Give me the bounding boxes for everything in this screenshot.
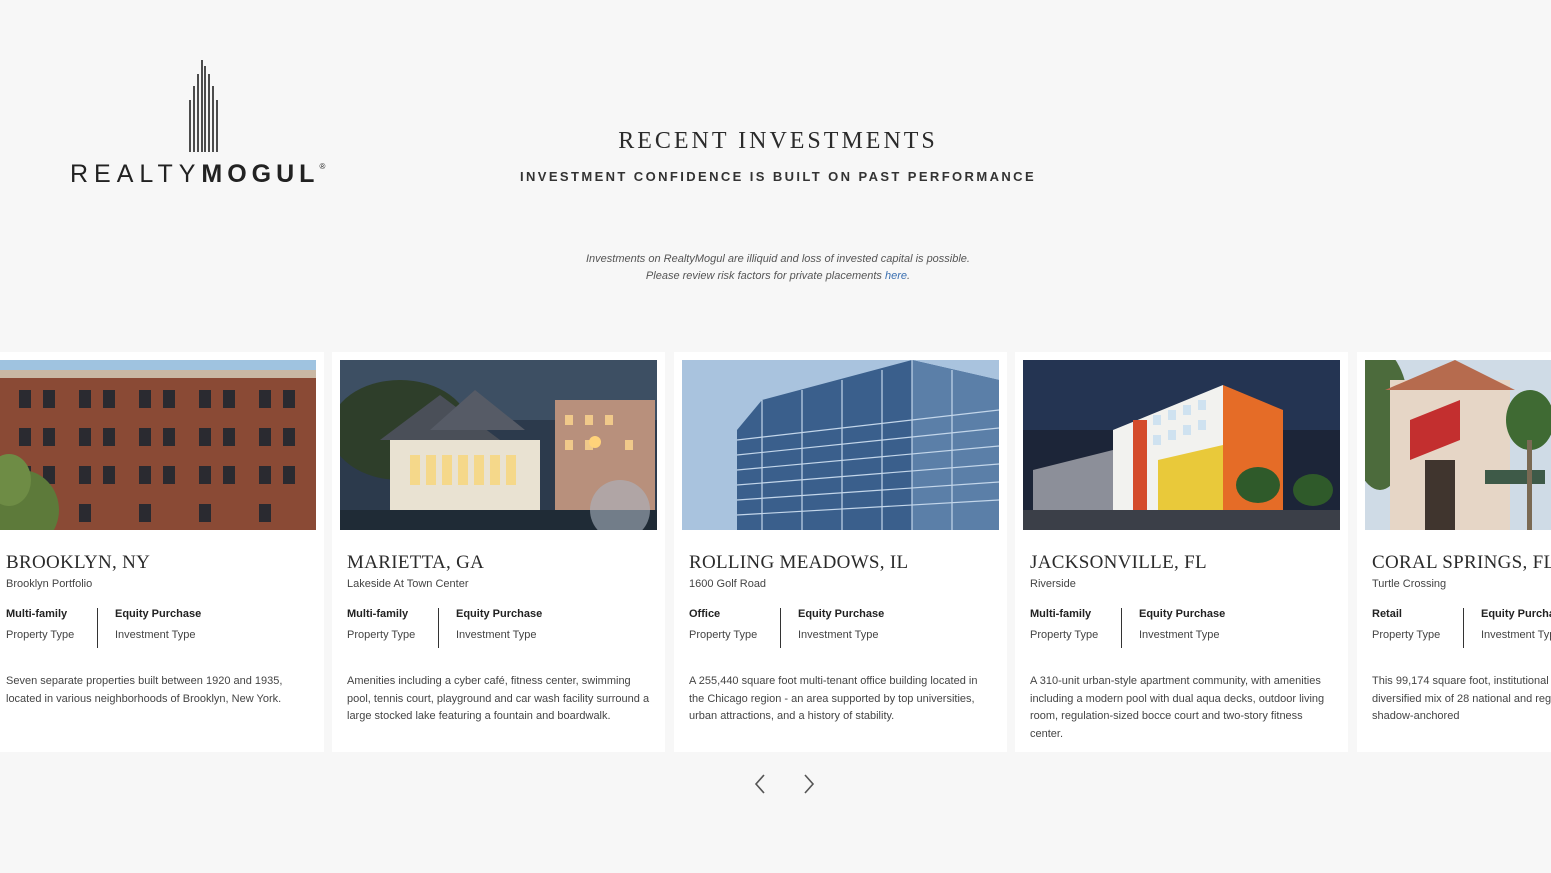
card-description: This 99,174 square foot, institutional q… xyxy=(1372,675,1551,722)
property-type-label: Property Type xyxy=(1030,629,1099,641)
investment-type-value: Equity Purchase xyxy=(1481,608,1551,620)
investment-type-block: Equity Purchase Investment Type xyxy=(456,608,542,641)
property-type-block: Multi-family Property Type xyxy=(6,608,74,641)
card-meta: Multi-family Property Type Equity Purcha… xyxy=(347,608,657,648)
investment-type-block: Equity Purchase Investment Type xyxy=(115,608,201,641)
investment-card-marietta[interactable]: MARIETTA, GA Lakeside At Town Center Mul… xyxy=(332,352,665,752)
colorful-apartment-complex-photo xyxy=(1023,360,1340,530)
risk-factors-link[interactable]: here xyxy=(885,270,907,282)
lakeside-clubhouse-night-photo xyxy=(340,360,657,530)
card-city[interactable]: CORAL SPRINGS, FL xyxy=(1372,552,1551,574)
card-meta: Office Property Type Equity Purchase Inv… xyxy=(689,608,999,648)
card-description: Seven separate properties built between … xyxy=(6,675,283,705)
investment-type-label: Investment Type xyxy=(115,629,196,641)
card-description: A 255,440 square foot multi-tenant offic… xyxy=(689,675,978,722)
investment-type-block: Equity Purchase Investment Type xyxy=(1139,608,1225,641)
realtymogul-logo[interactable]: REALTYMOGUL® xyxy=(70,60,340,190)
investment-type-value: Equity Purchase xyxy=(456,608,543,620)
investment-card-jacksonville[interactable]: JACKSONVILLE, FL Riverside Multi-family … xyxy=(1015,352,1348,752)
card-meta: Multi-family Property Type Equity Purcha… xyxy=(1030,608,1340,648)
meta-divider xyxy=(97,608,98,648)
investment-type-label: Investment Type xyxy=(1481,629,1551,641)
chevron-right-icon xyxy=(804,774,815,794)
meta-divider xyxy=(1121,608,1122,648)
property-type-label: Property Type xyxy=(6,629,75,641)
card-city[interactable]: JACKSONVILLE, FL xyxy=(1030,552,1207,574)
property-type-value: Multi-family xyxy=(347,608,409,620)
property-type-value: Multi-family xyxy=(1030,608,1092,620)
page-subtitle: INVESTMENT CONFIDENCE IS BUILT ON PAST P… xyxy=(519,169,1037,184)
property-type-value: Retail xyxy=(1372,608,1402,620)
card-meta: Multi-family Property Type Equity Purcha… xyxy=(6,608,316,648)
investment-card-brooklyn[interactable]: BROOKLYN, NY Brooklyn Portfolio Multi-fa… xyxy=(0,352,324,752)
investment-type-label: Investment Type xyxy=(456,629,537,641)
property-type-value: Multi-family xyxy=(6,608,68,620)
card-property-name: Riverside xyxy=(1030,578,1076,590)
retail-storefront-palms-photo xyxy=(1365,360,1551,530)
card-city[interactable]: MARIETTA, GA xyxy=(347,552,484,574)
meta-divider xyxy=(780,608,781,648)
property-type-label: Property Type xyxy=(347,629,416,641)
investment-type-label: Investment Type xyxy=(798,629,879,641)
section-heading: RECENT INVESTMENTS INVESTMENT CONFIDENCE… xyxy=(478,128,1078,184)
page-title: RECENT INVESTMENTS xyxy=(618,128,938,154)
meta-divider xyxy=(1463,608,1464,648)
investment-type-value: Equity Purchase xyxy=(115,608,202,620)
property-type-label: Property Type xyxy=(689,629,758,641)
investment-type-block: Equity Purchase Investment Type xyxy=(798,608,884,641)
property-type-block: Office Property Type xyxy=(689,608,757,641)
brick-apartment-building-photo xyxy=(0,360,316,530)
card-description: A 310-unit urban-style apartment communi… xyxy=(1030,675,1325,740)
card-property-name: Turtle Crossing xyxy=(1372,578,1447,590)
page: REALTYMOGUL® RECENT INVESTMENTS INVESTME… xyxy=(0,0,1551,873)
disclaimer-line-1: Investments on RealtyMogul are illiquid … xyxy=(586,253,970,265)
card-property-name: Lakeside At Town Center xyxy=(347,578,469,590)
disclaimer-line-2: Please review risk factors for private p… xyxy=(478,268,1078,285)
disclaimer-line-2-text: Please review risk factors for private p… xyxy=(645,270,885,282)
disclaimer-line-2-end: . xyxy=(907,270,911,282)
investment-card-coral-springs[interactable]: CORAL SPRINGS, FL Turtle Crossing Retail… xyxy=(1357,352,1551,752)
property-type-block: Multi-family Property Type xyxy=(1030,608,1098,641)
carousel-prev-button[interactable] xyxy=(748,772,772,796)
investment-type-value: Equity Purchase xyxy=(798,608,885,620)
card-city[interactable]: ROLLING MEADOWS, IL xyxy=(689,552,908,574)
logo-reg-mark: ® xyxy=(319,162,326,171)
investments-carousel: BROOKLYN, NY Brooklyn Portfolio Multi-fa… xyxy=(0,352,1551,752)
disclaimer: Investments on RealtyMogul are illiquid … xyxy=(478,251,1078,285)
card-meta: Retail Property Type Equity Purchase Inv… xyxy=(1372,608,1551,648)
investment-type-block: Equity Purchase Investment Type xyxy=(1481,608,1551,641)
meta-divider xyxy=(438,608,439,648)
logo-word-bold: MOGUL xyxy=(201,160,320,188)
logo-wordmark: REALTYMOGUL® xyxy=(70,160,325,189)
carousel-next-button[interactable] xyxy=(797,772,821,796)
property-type-label: Property Type xyxy=(1372,629,1441,641)
property-type-block: Retail Property Type xyxy=(1372,608,1440,641)
investment-type-label: Investment Type xyxy=(1139,629,1220,641)
card-city[interactable]: BROOKLYN, NY xyxy=(6,552,150,574)
skyscraper-logo-icon xyxy=(189,60,218,152)
logo-word-light: REALTY xyxy=(70,160,202,188)
chevron-left-icon xyxy=(754,774,765,794)
card-property-name: 1600 Golf Road xyxy=(689,578,767,590)
property-type-block: Multi-family Property Type xyxy=(347,608,415,641)
card-description: Amenities including a cyber café, fitnes… xyxy=(347,675,650,722)
property-type-value: Office xyxy=(689,608,721,620)
card-property-name: Brooklyn Portfolio xyxy=(6,578,93,590)
investment-type-value: Equity Purchase xyxy=(1139,608,1226,620)
glass-office-tower-photo xyxy=(682,360,999,530)
investment-card-rolling-meadows[interactable]: ROLLING MEADOWS, IL 1600 Golf Road Offic… xyxy=(674,352,1007,752)
